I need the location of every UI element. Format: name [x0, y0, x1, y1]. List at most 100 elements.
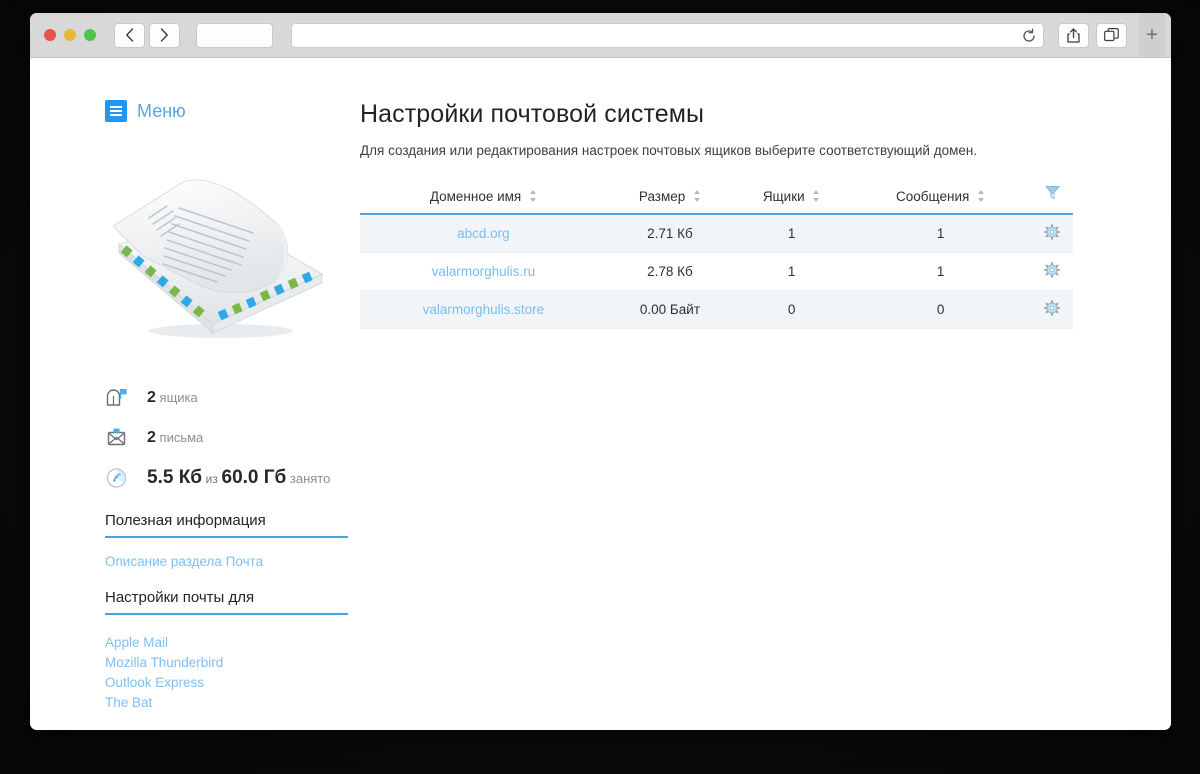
stat-storage-total: 60.0 Гб — [221, 467, 287, 488]
clients-section-heading: Настройки почты для — [105, 589, 348, 615]
gear-icon[interactable] — [1044, 224, 1060, 243]
cell-domain: valarmorghulis.ru — [360, 252, 607, 291]
stat-mailboxes-unit: ящика — [159, 390, 198, 405]
share-button[interactable] — [1058, 22, 1089, 48]
column-header-size-label: Размер — [638, 189, 686, 204]
domains-table-body: abcd.org 2.71 Кб 1 1 valarmorghulis.ru 2… — [360, 214, 1073, 329]
column-header-domain[interactable]: Доменное имя — [360, 180, 607, 215]
cell-messages: 1 — [850, 252, 1031, 291]
window-controls — [44, 29, 96, 41]
page-content: Меню 2 ящика 2 письма 5.5 Кб из 60.0 Гб … — [30, 58, 1171, 730]
stat-mailboxes: 2 ящика — [105, 378, 360, 418]
minimize-button[interactable] — [64, 29, 76, 41]
main-content: Настройки почтовой системы Для создания … — [360, 100, 1171, 730]
browser-toolbar: + — [30, 13, 1171, 58]
cell-size: 2.71 Кб — [606, 214, 734, 253]
mail-client-link-the-bat[interactable]: The Bat — [105, 693, 360, 713]
stat-storage-text: 5.5 Кб из 60.0 Гб занято — [147, 467, 330, 489]
disk-icon — [105, 466, 129, 490]
domain-link[interactable]: abcd.org — [457, 226, 510, 241]
stat-messages-value: 2 — [147, 429, 156, 446]
navigation-buttons — [114, 22, 180, 48]
mail-client-link-mozilla-thunderbird[interactable]: Mozilla Thunderbird — [105, 653, 360, 673]
menu-label: Меню — [137, 100, 186, 121]
cell-actions[interactable] — [1031, 252, 1073, 291]
envelope-letter-illustration — [112, 179, 323, 338]
column-header-size[interactable]: Размер — [606, 180, 734, 215]
tabs-icon — [1104, 28, 1119, 42]
cell-mailboxes: 1 — [733, 214, 851, 253]
stat-storage-of: из — [205, 472, 218, 486]
cell-mailboxes: 0 — [733, 290, 851, 329]
stat-storage-unit: занято — [289, 471, 331, 486]
table-row[interactable]: valarmorghulis.ru 2.78 Кб 1 1 — [360, 252, 1073, 291]
column-header-domain-label: Доменное имя — [429, 189, 522, 204]
reload-button[interactable] — [1021, 28, 1037, 44]
column-header-messages-label: Сообщения — [896, 189, 970, 204]
toolbar-right-buttons — [1058, 22, 1127, 48]
column-header-mailboxes[interactable]: Ящики — [733, 180, 851, 215]
cell-actions[interactable] — [1031, 214, 1073, 253]
new-tab-button[interactable]: + — [1139, 13, 1165, 57]
address-bar[interactable] — [291, 22, 1044, 48]
stat-messages-unit: письма — [159, 430, 204, 445]
gear-icon[interactable] — [1044, 300, 1060, 319]
stat-mailboxes-value: 2 — [147, 389, 156, 406]
close-button[interactable] — [44, 29, 56, 41]
share-icon — [1067, 27, 1080, 43]
domain-link[interactable]: valarmorghulis.store — [423, 302, 545, 317]
cell-size: 2.78 Кб — [606, 252, 734, 291]
mail-stats: 2 ящика 2 письма 5.5 Кб из 60.0 Гб занят… — [105, 378, 360, 498]
sort-icon-domain[interactable] — [530, 190, 537, 202]
mail-client-link-apple-mail[interactable]: Apple Mail — [105, 633, 360, 653]
page-title: Настройки почтовой системы — [360, 100, 705, 128]
table-row[interactable]: abcd.org 2.71 Кб 1 1 — [360, 214, 1073, 253]
browser-window: + Меню 2 ящика 2 письма 5.5 Кб из 60.0 Г… — [30, 13, 1171, 730]
back-button[interactable] — [114, 22, 145, 48]
cell-messages: 0 — [850, 290, 1031, 329]
mail-client-link-outlook-express[interactable]: Outlook Express — [105, 673, 360, 693]
stat-mailboxes-text: 2 ящика — [147, 389, 198, 407]
zoom-button[interactable] — [84, 29, 96, 41]
domains-table-header: Доменное имя Размер Ящики Сообщения — [360, 180, 1073, 215]
mailbox-icon — [105, 386, 129, 410]
desktop-background: + Меню 2 ящика 2 письма 5.5 Кб из 60.0 Г… — [0, 0, 1200, 774]
table-header-row: Доменное имя Размер Ящики Сообщения — [360, 180, 1073, 215]
domain-link[interactable]: valarmorghulis.ru — [432, 264, 536, 279]
hamburger-icon — [105, 100, 127, 122]
cell-actions[interactable] — [1031, 290, 1073, 329]
cell-mailboxes: 1 — [733, 252, 851, 291]
cell-size: 0.00 Байт — [606, 290, 734, 329]
filter-funnel-icon[interactable] — [1044, 184, 1061, 204]
toggle-sidebar-button[interactable] — [196, 22, 273, 48]
info-section-link[interactable]: Описание раздела Почта — [105, 554, 360, 569]
chevron-right-icon — [160, 28, 168, 42]
page-subtitle: Для создания или редактирования настроек… — [360, 143, 978, 158]
column-header-filter[interactable] — [1031, 180, 1073, 215]
show-tabs-button[interactable] — [1096, 22, 1127, 48]
stat-storage: 5.5 Кб из 60.0 Гб занято — [105, 458, 360, 498]
envelope-icon — [105, 426, 129, 450]
menu-toggle[interactable]: Меню — [105, 100, 360, 122]
info-section-heading: Полезная информация — [105, 512, 348, 538]
url-input[interactable] — [300, 28, 1035, 42]
stat-storage-used: 5.5 Кб — [147, 467, 203, 488]
cell-messages: 1 — [850, 214, 1031, 253]
stat-messages-text: 2 письма — [147, 429, 203, 447]
column-header-messages[interactable]: Сообщения — [850, 180, 1031, 215]
sidebar: Меню 2 ящика 2 письма 5.5 Кб из 60.0 Гб … — [30, 100, 360, 730]
chevron-left-icon — [126, 28, 134, 42]
sort-icon-messages[interactable] — [978, 190, 985, 202]
table-row[interactable]: valarmorghulis.store 0.00 Байт 0 0 — [360, 290, 1073, 329]
sort-icon-mailboxes[interactable] — [813, 190, 820, 202]
forward-button[interactable] — [149, 22, 180, 48]
cell-domain: valarmorghulis.store — [360, 290, 607, 329]
mail-client-links: Apple Mail Mozilla Thunderbird Outlook E… — [105, 633, 360, 713]
stat-messages: 2 письма — [105, 418, 360, 458]
cell-domain: abcd.org — [360, 214, 607, 253]
reload-icon — [1023, 28, 1035, 42]
gear-icon[interactable] — [1044, 262, 1060, 281]
column-header-mailboxes-label: Ящики — [762, 189, 805, 204]
domains-table: Доменное имя Размер Ящики Сообщения abcd… — [360, 180, 1073, 329]
sort-icon-size[interactable] — [694, 190, 701, 202]
